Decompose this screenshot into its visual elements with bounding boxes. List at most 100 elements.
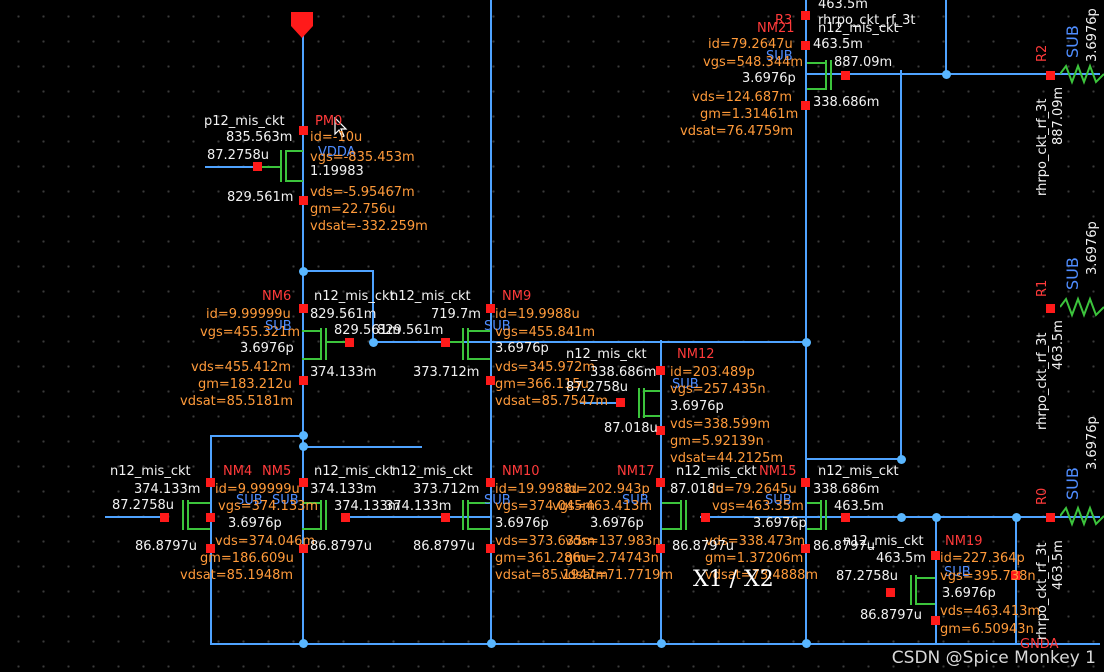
nmos-symbol[interactable]: [325, 328, 327, 360]
nmos-symbol[interactable]: [189, 502, 210, 504]
nmos-symbol[interactable]: [325, 500, 327, 530]
nmos-symbol[interactable]: [469, 358, 490, 360]
nmos-symbol[interactable]: [302, 358, 320, 360]
pin[interactable]: [801, 41, 810, 50]
nmos-symbol[interactable]: [189, 528, 210, 530]
wire[interactable]: [945, 0, 947, 75]
nmos-symbol[interactable]: [467, 500, 469, 530]
resistor-r1-icon[interactable]: [1060, 295, 1104, 319]
resistor-r0-icon[interactable]: [1060, 504, 1104, 528]
nmos-symbol[interactable]: [182, 500, 184, 530]
wire[interactable]: [935, 515, 937, 645]
nmos-symbol[interactable]: [187, 500, 189, 530]
nm17-name[interactable]: NM17: [617, 465, 654, 479]
nmos-symbol[interactable]: [680, 500, 682, 530]
pmos-symbol[interactable]: [287, 180, 303, 182]
pin[interactable]: [299, 126, 308, 135]
nm6-name[interactable]: NM6: [262, 290, 291, 304]
nm4-name[interactable]: NM4: [223, 465, 252, 479]
nmos-symbol[interactable]: [825, 500, 827, 530]
pin[interactable]: [206, 478, 215, 487]
nmos-symbol[interactable]: [830, 60, 832, 90]
pin[interactable]: [841, 513, 850, 522]
nmos-symbol[interactable]: [320, 500, 322, 530]
wire[interactable]: [660, 340, 662, 645]
nmos-symbol[interactable]: [807, 88, 825, 90]
pin[interactable]: [206, 513, 215, 522]
pin[interactable]: [299, 304, 308, 313]
nmos-symbol[interactable]: [807, 62, 825, 64]
nmos-symbol[interactable]: [662, 528, 680, 530]
wire[interactable]: [105, 516, 165, 518]
resistor-r2-icon[interactable]: [1060, 62, 1104, 86]
nmos-symbol[interactable]: [327, 341, 347, 343]
nmos-symbol[interactable]: [910, 575, 912, 605]
pin[interactable]: [656, 366, 665, 375]
nmos-symbol[interactable]: [662, 502, 680, 504]
nmos-symbol[interactable]: [467, 328, 469, 360]
nmos-symbol[interactable]: [645, 415, 660, 417]
nm10-name[interactable]: NM10: [502, 465, 539, 479]
r0-name[interactable]: R0: [1035, 488, 1050, 505]
pin[interactable]: [299, 376, 308, 385]
pmos-symbol[interactable]: [287, 150, 303, 152]
pin[interactable]: [656, 478, 665, 487]
nmos-symbol[interactable]: [807, 502, 820, 504]
wire[interactable]: [210, 435, 305, 437]
pmos-symbol[interactable]: [280, 150, 282, 182]
nm5-name[interactable]: NM5: [262, 465, 291, 479]
wire[interactable]: [900, 70, 902, 460]
pin[interactable]: [701, 513, 710, 522]
pmos-symbol[interactable]: [260, 166, 280, 168]
nm21-name[interactable]: NM21: [757, 22, 794, 36]
pin[interactable]: [441, 513, 450, 522]
pin[interactable]: [1046, 304, 1055, 313]
nmos-symbol[interactable]: [638, 388, 640, 418]
wire[interactable]: [302, 446, 422, 448]
wire[interactable]: [210, 643, 1100, 645]
pin[interactable]: [345, 338, 354, 347]
pin[interactable]: [841, 71, 850, 80]
pin[interactable]: [801, 11, 810, 20]
pin[interactable]: [486, 376, 495, 385]
pin[interactable]: [886, 588, 895, 597]
wire[interactable]: [205, 166, 260, 168]
nmos-symbol[interactable]: [807, 528, 820, 530]
r1-name[interactable]: R1: [1035, 280, 1050, 297]
wire[interactable]: [210, 435, 212, 645]
nmos-symbol[interactable]: [643, 388, 645, 418]
nmos-symbol[interactable]: [320, 328, 322, 360]
nmos-symbol[interactable]: [462, 328, 464, 360]
nm15-name[interactable]: NM15: [759, 465, 796, 479]
pin[interactable]: [801, 478, 810, 487]
pin[interactable]: [486, 478, 495, 487]
nmos-symbol[interactable]: [302, 330, 320, 332]
pin[interactable]: [1046, 71, 1055, 80]
r2-name[interactable]: R2: [1035, 45, 1050, 62]
wire[interactable]: [805, 458, 902, 460]
wire[interactable]: [302, 270, 374, 272]
nmos-symbol[interactable]: [917, 577, 935, 579]
input-pin-icon[interactable]: [291, 12, 315, 40]
pin[interactable]: [616, 398, 625, 407]
nmos-symbol[interactable]: [302, 528, 320, 530]
nmos-symbol[interactable]: [820, 500, 822, 530]
nmos-symbol[interactable]: [462, 500, 464, 530]
nmos-symbol[interactable]: [645, 390, 660, 392]
pm0-name[interactable]: PM0: [315, 115, 342, 129]
nmos-symbol[interactable]: [915, 575, 917, 605]
pin[interactable]: [931, 551, 940, 560]
nmos-symbol[interactable]: [825, 60, 827, 90]
pmos-symbol[interactable]: [285, 150, 287, 182]
pin[interactable]: [441, 338, 450, 347]
nmos-symbol[interactable]: [685, 500, 687, 530]
pin[interactable]: [931, 616, 940, 625]
pin[interactable]: [801, 101, 810, 110]
nmos-symbol[interactable]: [917, 603, 935, 605]
pin[interactable]: [1046, 513, 1055, 522]
wire[interactable]: [372, 341, 492, 343]
nm12-name[interactable]: NM12: [677, 348, 714, 362]
pin[interactable]: [486, 544, 495, 553]
nmos-symbol[interactable]: [469, 528, 490, 530]
pin[interactable]: [253, 162, 262, 171]
